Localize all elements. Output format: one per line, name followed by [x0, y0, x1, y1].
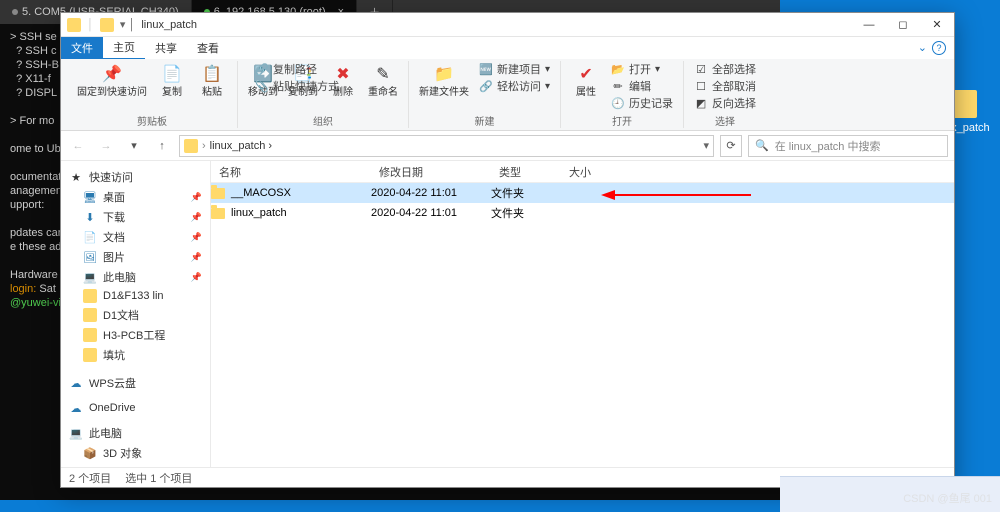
tab-file[interactable]: 文件 [61, 37, 103, 59]
copy-path-button[interactable]: 🔗复制路径 [255, 61, 339, 77]
sidebar-quick-access[interactable]: ★快速访问 [61, 167, 210, 187]
nav-up-button[interactable]: ↑ [151, 135, 173, 157]
folder-icon [67, 18, 81, 32]
column-headers[interactable]: 名称 修改日期 类型 大小 [211, 161, 954, 183]
open-button[interactable]: 📂打开 ▾ [611, 61, 673, 77]
ribbon-group-select: 选择 [715, 113, 735, 128]
col-size: 大小 [561, 164, 621, 180]
star-icon: ★ [69, 170, 83, 184]
nav-recent-button[interactable]: ▾ [123, 135, 145, 157]
folder-icon [184, 139, 198, 153]
folder-icon [211, 188, 225, 199]
maximize-button[interactable]: ◻ [886, 13, 920, 37]
qat-sep: │ [87, 19, 94, 31]
sidebar-item-folder[interactable]: H3-PCB工程 [61, 325, 210, 345]
search-input[interactable]: 🔍 在 linux_patch 中搜索 [748, 135, 948, 157]
ribbon: 📌固定到快速访问 📄复制 📋粘贴 🔗复制路径 📎粘贴快捷方式 剪贴板 ➡️移动到… [61, 59, 954, 131]
status-count: 2 个项目 [69, 470, 111, 486]
folder-icon [100, 18, 114, 32]
file-list: 名称 修改日期 类型 大小 __MACOSX 2020-04-22 11:01 … [211, 161, 954, 467]
window-title: linux_patch [141, 19, 197, 31]
sidebar-item-downloads[interactable]: ⬇下载📌 [61, 207, 210, 227]
sidebar-this-pc[interactable]: 💻此电脑 [61, 423, 210, 443]
properties-button[interactable]: ✔属性 [567, 61, 605, 111]
file-row-linux-patch[interactable]: linux_patch 2020-04-22 11:01 文件夹 [211, 203, 954, 223]
sidebar-item-documents[interactable]: 📄文档📌 [61, 227, 210, 247]
paste-shortcut-button[interactable]: 📎粘贴快捷方式 [255, 78, 339, 94]
select-all-button[interactable]: ☑全部选择 [694, 61, 756, 77]
titlebar[interactable]: │ ▾ │ linux_patch — ◻ ✕ [61, 13, 954, 37]
refresh-button[interactable]: ⟳ [720, 135, 742, 157]
tab-home[interactable]: 主页 [103, 36, 145, 60]
sidebar-item-folder[interactable]: 填坑 [61, 345, 210, 365]
nav-back-button[interactable]: ← [67, 135, 89, 157]
invert-selection-button[interactable]: ◩反向选择 [694, 95, 756, 111]
menubar: 文件 主页 共享 查看 ⌄ ? [61, 37, 954, 59]
easy-access-button[interactable]: 🔗轻松访问 ▾ [479, 78, 550, 94]
sidebar: ★快速访问 🖥桌面📌 ⬇下载📌 📄文档📌 🖼图片📌 💻此电脑📌 D1&F133 … [61, 161, 211, 467]
col-name: 名称 [211, 164, 371, 180]
breadcrumb[interactable]: › linux_patch › ▾ [179, 135, 714, 157]
sidebar-onedrive[interactable]: ☁OneDrive [61, 399, 210, 417]
sidebar-wps[interactable]: ☁WPS云盘 [61, 373, 210, 393]
select-none-button[interactable]: ☐全部取消 [694, 78, 756, 94]
close-button[interactable]: ✕ [920, 13, 954, 37]
status-selected: 选中 1 个项目 [125, 470, 192, 486]
paste-button[interactable]: 📋粘贴 [193, 61, 231, 100]
new-item-button[interactable]: 🆕新建项目 ▾ [479, 61, 550, 77]
tab-view[interactable]: 查看 [187, 37, 229, 59]
tab-share[interactable]: 共享 [145, 37, 187, 59]
rename-button[interactable]: ✎重命名 [364, 61, 402, 100]
search-icon: 🔍 [755, 139, 769, 152]
col-type: 类型 [491, 164, 561, 180]
col-date: 修改日期 [371, 164, 491, 180]
nav-forward-button[interactable]: → [95, 135, 117, 157]
folder-icon [211, 208, 225, 219]
ribbon-group-organize: 组织 [313, 113, 333, 128]
pin-quick-access-button[interactable]: 📌固定到快速访问 [73, 61, 151, 100]
sidebar-item-folder[interactable]: D1&F133 lin [61, 287, 210, 305]
watermark: CSDN @鱼尾 001 [903, 490, 992, 506]
history-button[interactable]: 🕘历史记录 [611, 95, 673, 111]
address-bar-row: ← → ▾ ↑ › linux_patch › ▾ ⟳ 🔍 在 linux_pa… [61, 131, 954, 161]
ribbon-group-new: 新建 [475, 113, 495, 128]
new-folder-button[interactable]: 📁新建文件夹 [415, 61, 473, 100]
sidebar-item-folder[interactable]: D1文档 [61, 305, 210, 325]
sidebar-item-3d[interactable]: 📦3D 对象 [61, 443, 210, 463]
help-button[interactable]: ⌄ ? [910, 41, 954, 55]
pin-icon: 📌 [191, 192, 202, 203]
sidebar-item-pictures[interactable]: 🖼图片📌 [61, 247, 210, 267]
file-row-macosx[interactable]: __MACOSX 2020-04-22 11:01 文件夹 [211, 183, 954, 203]
sidebar-item-desktop[interactable]: 🖥桌面📌 [61, 187, 210, 207]
ribbon-group-clipboard: 剪贴板 [137, 113, 167, 128]
edit-button[interactable]: ✏编辑 [611, 78, 673, 94]
file-explorer-window: │ ▾ │ linux_patch — ◻ ✕ 文件 主页 共享 查看 ⌄ ? … [60, 12, 955, 488]
qat-dropdown-icon[interactable]: ▾ │ [120, 18, 135, 31]
sidebar-item-thispc[interactable]: 💻此电脑📌 [61, 267, 210, 287]
copy-button[interactable]: 📄复制 [153, 61, 191, 100]
minimize-button[interactable]: — [852, 13, 886, 37]
ribbon-group-open: 打开 [612, 113, 632, 128]
